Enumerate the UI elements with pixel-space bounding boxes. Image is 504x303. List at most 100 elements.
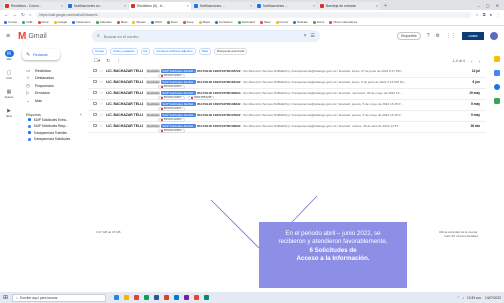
taskbar-search[interactable]: ⌕ Escribe aquí para buscar (12, 293, 107, 302)
filter-chip[interactable]: Contiene archivos adjuntos (153, 47, 196, 55)
browser-tab[interactable]: Bandeja de entrada × (318, 2, 380, 10)
teams-icon[interactable] (184, 295, 190, 300)
windows-start-icon[interactable]: ⊞ (3, 294, 8, 301)
bookmark-item[interactable]: Keep (182, 20, 194, 24)
label-badge[interactable]: Recibidos (146, 123, 161, 128)
maximize-icon[interactable]: ▢ (486, 3, 490, 8)
close-tab-icon[interactable]: × (187, 4, 189, 8)
volume-icon[interactable]: ♪ (462, 296, 464, 300)
browser-tab[interactable]: Notificaciones ... × (255, 2, 317, 10)
filter-options-icon[interactable]: ☰ (311, 33, 315, 39)
row-checkbox[interactable] (93, 101, 97, 106)
clock-time[interactable]: 10:39 a.m. (467, 296, 482, 300)
bookmark-item[interactable]: Sheets (132, 20, 146, 24)
keep-icon[interactable] (493, 56, 500, 62)
sidebar-item-más[interactable]: ⌄ Más (18, 97, 88, 105)
browser-menu-icon[interactable]: ⋮ (496, 12, 500, 17)
filter-chip[interactable]: Chat y espacios (110, 47, 138, 55)
sidebar-item-enviados[interactable]: ▷ Enviados (18, 90, 88, 98)
star-icon[interactable]: ☆ (100, 79, 104, 84)
bookmark-item[interactable]: Classroom (72, 20, 91, 24)
label-badge[interactable]: Recibidos (146, 112, 161, 117)
row-checkbox[interactable] (93, 112, 97, 117)
row-checkbox[interactable] (93, 79, 97, 84)
star-icon[interactable]: ☆ (100, 101, 104, 106)
powerpoint-icon[interactable] (164, 295, 170, 300)
bookmark-item[interactable]: Noticias (293, 20, 308, 24)
chrome-icon[interactable] (134, 295, 140, 300)
browser-tab[interactable]: Notificaciones ev... × (66, 2, 128, 10)
search-bar[interactable]: ⌕ × ☰ (92, 30, 320, 42)
label-badge[interactable]: SAIP Solicitudes Recibid... (161, 112, 197, 117)
mail-row[interactable]: ☆ LIC. BACHAZAR TELLEZ Recibidos SAIP Soli… (88, 122, 486, 133)
edge-icon[interactable] (174, 295, 180, 300)
select-all-checkbox[interactable]: ☐▾ (94, 58, 100, 64)
status-selector[interactable]: Disponible (396, 32, 421, 40)
rail-item-mail[interactable]: ✉ Mail (4, 50, 14, 61)
close-tab-icon[interactable]: × (61, 4, 63, 8)
home-icon[interactable]: ⌂ (29, 12, 32, 17)
label-badge[interactable]: Recibidos (146, 101, 161, 106)
avatar[interactable] (490, 32, 498, 40)
close-tab-icon[interactable]: × (313, 4, 315, 8)
profile-icon[interactable]: ● (490, 12, 492, 17)
bookmark-item[interactable]: Google (53, 20, 67, 24)
sidebar-item-recibidos[interactable]: ▭ Recibidos (18, 67, 88, 75)
sidebar-item-destacados[interactable]: ☆ Destacados (18, 75, 88, 83)
filter-chip[interactable]: Correo (92, 47, 108, 55)
filter-chip[interactable]: De (140, 47, 151, 55)
bookmark-item[interactable]: Fotos (312, 20, 324, 24)
word-icon[interactable] (154, 295, 160, 300)
minimize-icon[interactable]: – (478, 3, 480, 8)
attachment-chip[interactable]: Permiso solicit... (158, 129, 186, 133)
bookmark-item[interactable]: Otros marcadores (329, 20, 357, 24)
compose-button[interactable]: ✎ Redactar (22, 49, 60, 60)
label-badge[interactable]: SAIP Solicitudes Recibid... (161, 79, 197, 84)
label-badge[interactable]: SAIP Solicitudes Recibid... (161, 68, 197, 73)
prev-page-icon[interactable]: ‹ (471, 59, 473, 64)
refresh-icon[interactable]: ↻ (106, 58, 110, 64)
browser-tab[interactable]: Recibidos - Colum... × (3, 2, 65, 10)
star-icon[interactable]: ☆ (100, 112, 104, 117)
bookmark-item[interactable]: Contactos (214, 20, 233, 24)
settings-gear-icon[interactable]: ⚙ (436, 33, 440, 39)
contacts-icon[interactable] (493, 84, 500, 90)
new-tab-button[interactable]: + (381, 3, 390, 10)
row-checkbox[interactable] (93, 68, 97, 73)
help-icon[interactable]: ? (427, 33, 430, 39)
add-label-button[interactable]: + (80, 113, 82, 117)
sidebar-item-pospuestos[interactable]: ◷ Pospuestos (18, 82, 88, 90)
bookmark-item[interactable]: Sites (259, 20, 271, 24)
app-icon[interactable] (204, 295, 210, 300)
label-badge[interactable]: SAIP Solicitudes Recibid... (161, 123, 197, 128)
filter-chip[interactable]: Para (198, 47, 211, 55)
file-explorer-icon[interactable] (124, 295, 130, 300)
bookmark-item[interactable]: Jamboard (237, 20, 255, 24)
label-badge[interactable]: Recibidos (146, 68, 161, 73)
main-menu-icon[interactable]: ≡ (6, 33, 18, 40)
network-icon[interactable]: ⌃ (457, 296, 460, 300)
close-tab-icon[interactable]: × (124, 4, 126, 8)
label-badge[interactable]: SAIP Solicitudes Recibid... (161, 101, 197, 106)
bookmark-item[interactable]: Drive (37, 20, 49, 24)
close-tab-icon[interactable]: × (376, 4, 378, 8)
calendar-icon[interactable] (493, 98, 500, 104)
bookmark-item[interactable]: Forms (275, 20, 288, 24)
browser-tab[interactable]: Notificaciones ... × (192, 2, 254, 10)
mail-row[interactable]: ☆ LIC. BACHAZAR TELLEZ Recibidos SAIP Soli… (88, 111, 486, 122)
url-field[interactable]: https://mail.google.com/mail/u/0/#search… (35, 11, 472, 18)
next-page-icon[interactable]: › (479, 59, 481, 64)
star-icon[interactable]: ☆ (100, 123, 104, 128)
close-icon[interactable]: × (304, 33, 307, 39)
browser-tab-active[interactable]: Recibidos (6) - tr... × (129, 2, 191, 10)
bookmark-star-icon[interactable]: ☆ (475, 12, 479, 17)
label-badge[interactable]: SAIP Solicitudes Recibid... (161, 90, 197, 95)
rail-item-meet[interactable]: ▶ Meet (5, 107, 14, 119)
rail-item-chat[interactable]: ▢ Chat (5, 69, 14, 81)
extensions-icon[interactable]: ⧉ (483, 12, 486, 17)
gmail-logo[interactable]: M Gmail (18, 31, 92, 42)
filter-chip[interactable]: Búsqueda avanzada (213, 47, 248, 55)
star-icon[interactable]: ☆ (100, 90, 104, 95)
apps-grid-icon[interactable]: ⋮⋮ (446, 33, 456, 39)
forward-icon[interactable]: → (13, 12, 18, 17)
